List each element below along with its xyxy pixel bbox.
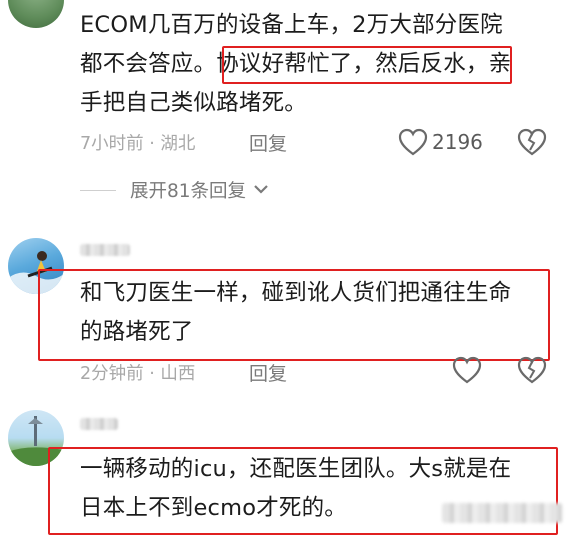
broken-heart-icon[interactable] — [517, 128, 547, 160]
reply-button[interactable]: 回复 — [249, 129, 287, 156]
username[interactable] — [80, 418, 118, 430]
broken-heart-icon[interactable] — [517, 356, 547, 388]
comment-text-segment: 都不会答应。 — [80, 51, 217, 77]
comment-meta: 2分钟前 · 山西 — [80, 364, 196, 384]
divider — [80, 189, 116, 191]
highlight-box — [222, 46, 512, 84]
comment-text-line: ECOM几百万的设备上车，2万大部分医院 — [80, 12, 503, 38]
avatar[interactable] — [8, 0, 64, 28]
chevron-down-icon — [246, 180, 270, 201]
reply-button[interactable]: 回复 — [249, 359, 287, 386]
watermark — [442, 503, 562, 523]
like-count: 2196 — [432, 130, 483, 154]
comment-meta: 7小时前 · 湖北 — [80, 134, 196, 154]
username[interactable] — [80, 244, 130, 256]
highlight-box — [38, 269, 550, 361]
heart-outline-icon[interactable] — [398, 128, 428, 160]
expand-label: 展开81条回复 — [130, 181, 247, 202]
comment-text-line: 手把自己类似路堵死。 — [80, 90, 308, 116]
heart-outline-icon[interactable] — [452, 356, 482, 388]
expand-replies-button[interactable]: 展开81条回复 — [80, 176, 270, 204]
